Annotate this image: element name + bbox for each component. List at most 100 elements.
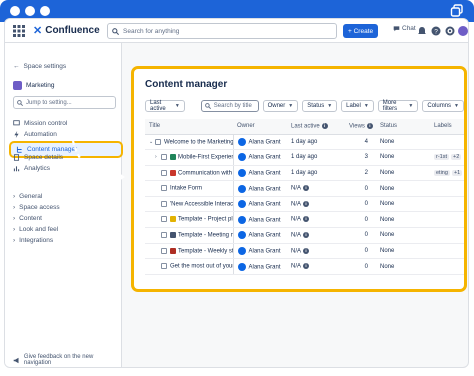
- sidebar-item-mission-control[interactable]: Mission control: [13, 120, 67, 127]
- svg-text:?: ?: [434, 28, 438, 35]
- sidebar-group-look-and-feel[interactable]: › Look and feel: [13, 226, 58, 233]
- chevron-down-icon: ▼: [454, 103, 459, 109]
- owner-cell[interactable]: Alana Grant: [233, 180, 287, 197]
- avatar[interactable]: [458, 26, 468, 36]
- row-title[interactable]: Welcome to the Marketing: [164, 139, 232, 145]
- sidebar-item-analytics[interactable]: Analytics: [13, 165, 50, 172]
- owner-filter-label: Owner: [267, 103, 286, 109]
- status-filter[interactable]: Status ▼: [302, 100, 338, 112]
- last-active-cell: N/A i: [287, 243, 345, 260]
- row-checkbox[interactable]: [161, 232, 167, 239]
- owner-name: Alana Grant: [248, 154, 281, 161]
- space-header[interactable]: Marketing: [13, 81, 55, 90]
- search-by-title-input[interactable]: Search by title: [200, 100, 259, 112]
- row-title[interactable]: Get the most out of your: [170, 264, 232, 270]
- last-active-value: N/A: [291, 248, 302, 255]
- row-checkbox[interactable]: [161, 169, 167, 176]
- chat-label: Chat: [402, 25, 416, 32]
- owner-cell[interactable]: Alana Grant: [233, 243, 287, 260]
- row-checkbox[interactable]: [161, 263, 167, 270]
- help-icon[interactable]: ?: [431, 26, 441, 36]
- create-button[interactable]: + Create: [343, 24, 379, 38]
- row-checkbox[interactable]: [161, 154, 167, 161]
- table-row[interactable]: Template - Meeting no Alana Grant N/A i 0 Non…: [145, 227, 464, 244]
- row-title[interactable]: Template - Project plar: [178, 217, 232, 223]
- row-checkbox[interactable]: [161, 247, 167, 254]
- table-row[interactable]: Template - Project plar Alana Grant N/A i 0 N…: [145, 211, 464, 229]
- sidebar-item-automation[interactable]: Automation: [13, 131, 57, 138]
- table-row[interactable]: 'New Accessible Interacti Alana Grant N/A i…: [145, 196, 464, 213]
- column-header-labels[interactable]: Labels: [430, 119, 464, 135]
- owner-filter[interactable]: Owner ▼: [262, 100, 299, 112]
- owner-cell[interactable]: Alana Grant: [233, 149, 287, 166]
- label-filter[interactable]: Label ▼: [341, 100, 374, 112]
- settings-gear-icon[interactable]: [445, 26, 455, 36]
- sidebar-group-content[interactable]: › Content: [13, 215, 42, 222]
- table-row[interactable]: ⌄ Welcome to the Marketing Alana Grant 1 da…: [145, 134, 464, 151]
- chat-button[interactable]: Chat: [393, 25, 416, 32]
- column-header-title[interactable]: Title: [145, 119, 233, 135]
- feedback-link[interactable]: Give feedback on the new navigation: [13, 354, 121, 366]
- dashed-arrow-icon: [71, 140, 125, 183]
- last-active-sort-dropdown[interactable]: Last active ▼: [145, 100, 185, 112]
- row-title[interactable]: 'New Accessible Interacti: [170, 201, 232, 207]
- copy-icon[interactable]: [450, 4, 464, 18]
- window-dot-minimize[interactable]: [25, 6, 35, 16]
- owner-cell[interactable]: Alana Grant: [233, 258, 287, 275]
- chevron-right-icon: ›: [13, 204, 16, 211]
- label-tag[interactable]: +1: [451, 169, 463, 176]
- owner-cell[interactable]: Alana Grant: [233, 165, 287, 182]
- row-title[interactable]: Mobile-First Experienc: [178, 155, 232, 161]
- lightning-icon: [14, 131, 19, 138]
- sidebar-group-general[interactable]: › General: [13, 193, 42, 200]
- owner-cell[interactable]: Alana Grant: [233, 134, 287, 151]
- label-tag[interactable]: eting: [434, 169, 450, 176]
- owner-cell[interactable]: Alana Grant: [233, 196, 287, 213]
- row-checkbox[interactable]: [161, 216, 167, 223]
- more-filters-button[interactable]: More filters ▼: [377, 100, 419, 112]
- jump-to-setting-input[interactable]: Jump to setting...: [13, 96, 116, 109]
- column-header-views[interactable]: Views i: [345, 119, 376, 135]
- table-header-row: Title Owner Last active i Views i Status L…: [145, 119, 464, 135]
- page-emoji-icon: [170, 154, 176, 161]
- row-title[interactable]: Communication with th: [178, 170, 232, 176]
- status-cell: None: [376, 165, 430, 182]
- window-dot-maximize[interactable]: [40, 6, 50, 16]
- label-tag[interactable]: r-1st: [434, 154, 449, 161]
- window-dot-close[interactable]: [10, 6, 20, 16]
- row-checkbox[interactable]: [161, 185, 167, 192]
- row-checkbox[interactable]: [161, 200, 167, 207]
- app-switcher-icon[interactable]: [13, 24, 25, 37]
- table-row[interactable]: Communication with th Alana Grant 1 day ag…: [145, 165, 464, 182]
- column-header-last-active[interactable]: Last active i: [287, 119, 345, 135]
- search-placeholder: Search for anything: [123, 27, 180, 35]
- label-tag[interactable]: +2: [451, 154, 462, 161]
- table-row[interactable]: Template - Weekly stat Alana Grant N/A i 0 No…: [145, 243, 464, 260]
- owner-cell[interactable]: Alana Grant: [233, 211, 287, 229]
- last-active-value: 1 day ago: [291, 169, 318, 176]
- table-row[interactable]: › Mobile-First Experienc Alana Grant 1 day …: [145, 149, 464, 166]
- sidebar-group-label: Integrations: [19, 237, 54, 244]
- table-row[interactable]: Intake Form Alana Grant N/A i 0 None: [145, 180, 464, 197]
- chevron-down-icon: ▼: [327, 103, 333, 109]
- table-row[interactable]: Get the most out of your Alana Grant N/A i 0…: [145, 258, 464, 275]
- sidebar-group-space-access[interactable]: › Space access: [13, 204, 60, 211]
- status-cell: None: [376, 227, 430, 244]
- sidebar-group-integrations[interactable]: › Integrations: [13, 237, 53, 244]
- row-checkbox[interactable]: [155, 138, 161, 145]
- page-title: Content manager: [145, 79, 228, 90]
- search-by-title-placeholder: Search by title: [213, 103, 252, 109]
- sidebar-item-space-details[interactable]: Space details: [13, 154, 63, 161]
- columns-button[interactable]: Columns ▼: [422, 100, 464, 112]
- avatar: [237, 231, 246, 240]
- back-to-space-link[interactable]: ← Space settings: [13, 63, 66, 70]
- row-title[interactable]: Template - Meeting no: [178, 233, 232, 239]
- row-title[interactable]: Intake Form: [170, 186, 202, 192]
- confluence-logo[interactable]: ✕ Confluence: [33, 24, 100, 37]
- search-input[interactable]: Search for anything: [107, 23, 337, 39]
- owner-cell[interactable]: Alana Grant: [233, 227, 287, 244]
- row-title[interactable]: Template - Weekly stat: [178, 248, 232, 254]
- column-header-status[interactable]: Status: [376, 119, 430, 135]
- notifications-icon[interactable]: [417, 26, 427, 36]
- column-header-owner[interactable]: Owner: [233, 119, 287, 135]
